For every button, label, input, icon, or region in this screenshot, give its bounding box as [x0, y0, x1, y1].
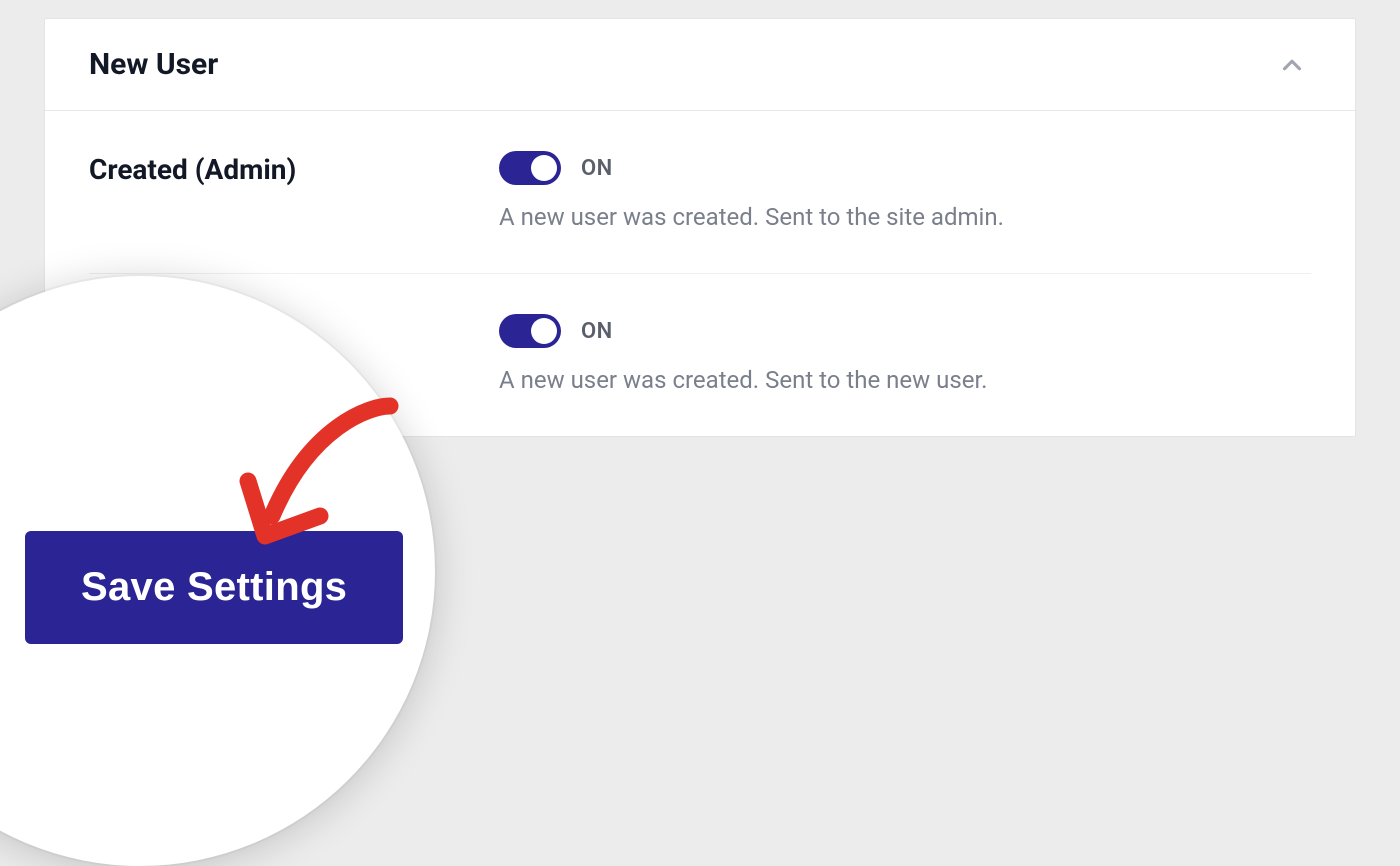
setting-description: A new user was created. Sent to the new … — [499, 366, 1311, 394]
toggle-created-user[interactable] — [499, 314, 561, 348]
toggle-state-label: ON — [581, 319, 613, 344]
chevron-up-icon — [1277, 50, 1307, 80]
panel-title: New User — [89, 47, 218, 82]
setting-label: Created (Admin) — [89, 151, 499, 186]
toggle-knob — [531, 155, 557, 181]
setting-description: A new user was created. Sent to the site… — [499, 203, 1311, 231]
panel-header[interactable]: New User — [45, 19, 1355, 111]
toggle-knob — [531, 318, 557, 344]
save-settings-button[interactable]: Save Settings — [25, 531, 403, 644]
setting-content: ON A new user was created. Sent to the s… — [499, 151, 1311, 231]
setting-content: ON A new user was created. Sent to the n… — [499, 314, 1311, 394]
toggle-line: ON — [499, 314, 1311, 348]
toggle-created-admin[interactable] — [499, 151, 561, 185]
setting-row-created-admin: Created (Admin) ON A new user was create… — [89, 111, 1311, 273]
toggle-state-label: ON — [581, 156, 613, 181]
magnifier-inner: Save Settings — [25, 531, 403, 644]
toggle-line: ON — [499, 151, 1311, 185]
